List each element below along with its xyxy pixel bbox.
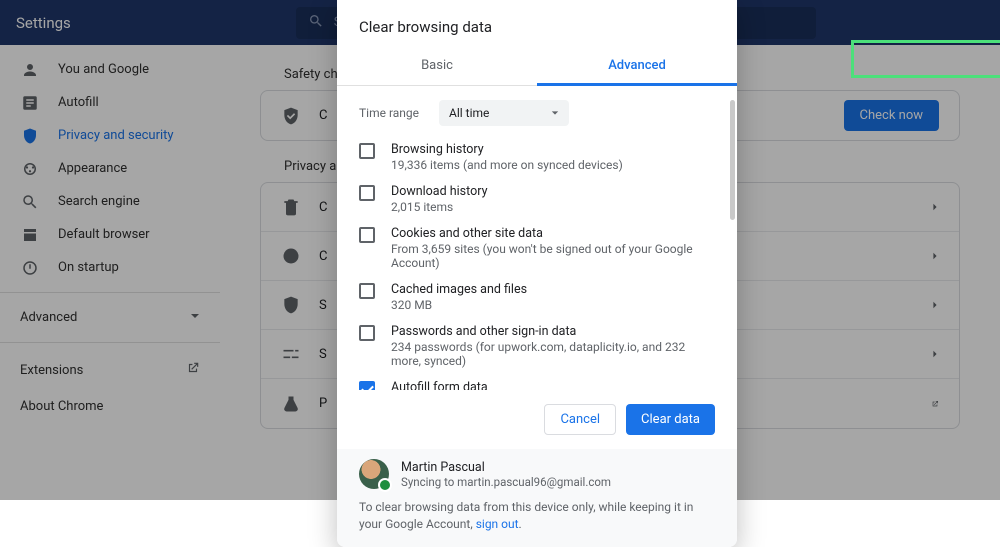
- time-range-label: Time range: [359, 106, 419, 120]
- option-browsing-history[interactable]: Browsing history 19,336 items (and more …: [359, 136, 715, 178]
- clear-data-button[interactable]: Clear data: [626, 404, 715, 435]
- checkbox[interactable]: [359, 325, 375, 341]
- checkbox[interactable]: [359, 143, 375, 159]
- dialog-footer: Martin Pascual Syncing to martin.pascual…: [337, 449, 737, 547]
- option-autofill-form-data[interactable]: Autofill form data: [359, 374, 715, 390]
- avatar: [359, 459, 389, 489]
- time-range-select[interactable]: All time: [439, 100, 569, 126]
- checkbox[interactable]: [359, 227, 375, 243]
- option-cookies[interactable]: Cookies and other site data From 3,659 s…: [359, 220, 715, 276]
- clear-browsing-data-dialog: Clear browsing data Basic Advanced Time …: [337, 0, 737, 547]
- cancel-button[interactable]: Cancel: [544, 404, 616, 435]
- sync-user-row: Martin Pascual Syncing to martin.pascual…: [359, 459, 715, 489]
- user-name: Martin Pascual: [401, 460, 611, 475]
- dialog-tabs: Basic Advanced: [337, 48, 737, 86]
- scrollbar[interactable]: [730, 100, 735, 220]
- dialog-body: Time range All time Browsing history 19,…: [337, 86, 737, 394]
- dialog-actions: Cancel Clear data: [337, 394, 737, 449]
- option-download-history[interactable]: Download history 2,015 items: [359, 178, 715, 220]
- footnote: To clear browsing data from this device …: [359, 499, 715, 533]
- checkbox[interactable]: [359, 185, 375, 201]
- chevron-down-icon: [551, 106, 559, 120]
- user-sync-status: Syncing to martin.pascual96@gmail.com: [401, 475, 611, 489]
- time-range-row: Time range All time: [359, 100, 715, 126]
- option-passwords[interactable]: Passwords and other sign-in data 234 pas…: [359, 318, 715, 374]
- checkbox[interactable]: [359, 283, 375, 299]
- tab-basic[interactable]: Basic: [337, 48, 537, 85]
- sync-badge-icon: [378, 478, 392, 492]
- checkbox[interactable]: [359, 381, 375, 390]
- option-cached-images[interactable]: Cached images and files 320 MB: [359, 276, 715, 318]
- dialog-title: Clear browsing data: [337, 0, 737, 48]
- sign-out-link[interactable]: sign out: [476, 517, 519, 531]
- tab-advanced[interactable]: Advanced: [537, 48, 737, 86]
